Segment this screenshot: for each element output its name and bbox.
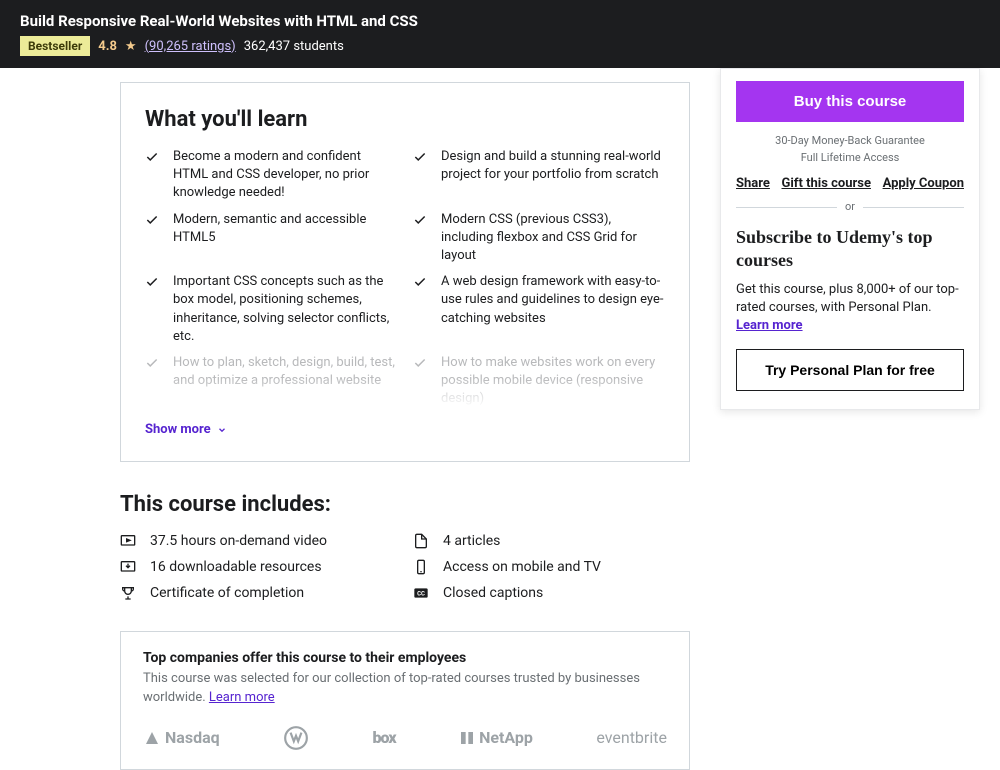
learn-more-link[interactable]: Learn more <box>209 690 275 705</box>
or-text: or <box>837 200 863 213</box>
download-icon <box>120 559 136 575</box>
ratings-link[interactable]: (90,265 ratings) <box>145 39 236 54</box>
learn-more-link[interactable]: Learn more <box>736 318 803 333</box>
try-plan-button[interactable]: Try Personal Plan for free <box>736 349 964 391</box>
includes-item: Access on mobile and TV <box>413 559 690 575</box>
wyl-item: A web design framework with easy-to-use … <box>413 273 665 346</box>
wyl-title: What you'll learn <box>145 107 665 132</box>
svg-text:CC: CC <box>417 591 425 598</box>
star-icon: ★ <box>125 39 137 54</box>
netapp-logo: NetApp <box>459 728 533 747</box>
companies-subtitle: This course was selected for our collect… <box>143 670 667 706</box>
nasdaq-logo: Nasdaq <box>143 728 220 747</box>
bestseller-badge: Bestseller <box>20 36 90 56</box>
lifetime-text: Full Lifetime Access <box>721 151 979 164</box>
check-icon <box>145 356 159 370</box>
file-icon <box>413 533 429 549</box>
vw-logo <box>283 725 309 751</box>
companies-title: Top companies offer this course to their… <box>143 650 667 666</box>
rating-value: 4.8 <box>98 39 117 54</box>
includes-item: 37.5 hours on-demand video <box>120 533 397 549</box>
what-youll-learn-box: What you'll learn Become a modern and co… <box>120 82 690 462</box>
companies-box: Top companies offer this course to their… <box>120 631 690 769</box>
course-header: Build Responsive Real-World Websites wit… <box>0 0 1000 68</box>
wyl-item: Modern CSS (previous CSS3), including fl… <box>413 211 665 266</box>
includes-item: 16 downloadable resources <box>120 559 397 575</box>
includes-grid: 37.5 hours on-demand video 4 articles 16… <box>120 533 690 601</box>
subscribe-desc: Get this course, plus 8,000+ of our top-… <box>721 281 979 350</box>
buy-button[interactable]: Buy this course <box>736 81 964 122</box>
gift-link[interactable]: Gift this course <box>782 176 871 191</box>
fade-overlay <box>145 378 665 408</box>
wyl-item: Design and build a stunning real-world p… <box>413 148 665 203</box>
eventbrite-logo: eventbrite <box>596 728 667 747</box>
subscribe-title: Subscribe to Udemy's top courses <box>721 208 979 281</box>
share-link[interactable]: Share <box>736 176 770 191</box>
box-logo: box <box>373 728 396 747</box>
wyl-item: Modern, semantic and accessible HTML5 <box>145 211 397 266</box>
divider: or <box>736 207 964 208</box>
includes-item: 4 articles <box>413 533 690 549</box>
cc-icon: CC <box>413 585 429 601</box>
includes-item: CCClosed captions <box>413 585 690 601</box>
trophy-icon <box>120 585 136 601</box>
check-icon <box>145 150 159 164</box>
check-icon <box>413 275 427 289</box>
check-icon <box>413 150 427 164</box>
check-icon <box>413 356 427 370</box>
students-count: 362,437 students <box>244 39 344 54</box>
chevron-down-icon <box>217 425 227 435</box>
company-logos: Nasdaq box NetApp eventbrite <box>143 725 667 751</box>
includes-item: Certificate of completion <box>120 585 397 601</box>
wyl-item: Become a modern and confident HTML and C… <box>145 148 397 203</box>
check-icon <box>145 275 159 289</box>
video-icon <box>120 533 136 549</box>
mobile-icon <box>413 559 429 575</box>
purchase-sidebar: Buy this course 30-Day Money-Back Guaran… <box>720 68 980 410</box>
wyl-item: Important CSS concepts such as the box m… <box>145 273 397 346</box>
course-title: Build Responsive Real-World Websites wit… <box>20 12 980 30</box>
coupon-link[interactable]: Apply Coupon <box>883 176 964 191</box>
guarantee-text: 30-Day Money-Back Guarantee <box>721 134 979 147</box>
show-more-button[interactable]: Show more <box>145 422 665 437</box>
course-meta: Bestseller 4.8 ★ (90,265 ratings) 362,43… <box>20 36 980 56</box>
check-icon <box>145 213 159 227</box>
check-icon <box>413 213 427 227</box>
includes-title: This course includes: <box>120 492 690 517</box>
